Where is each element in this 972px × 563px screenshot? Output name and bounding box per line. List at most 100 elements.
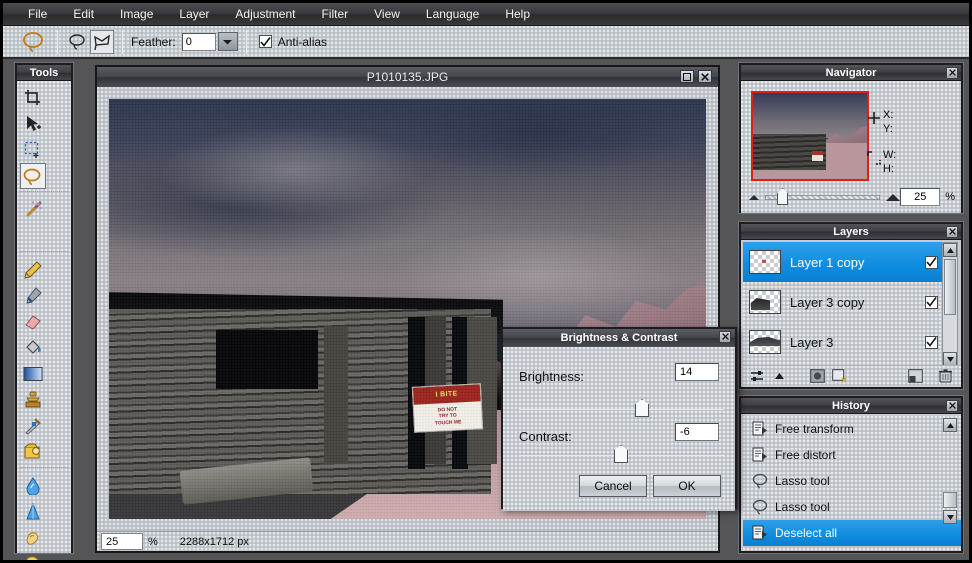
antialias-checkbox-box[interactable] bbox=[258, 35, 272, 48]
menu-item-image[interactable]: Image bbox=[107, 5, 166, 23]
tools-panel-body: A bbox=[17, 81, 71, 560]
trash-icon bbox=[938, 368, 952, 382]
marquee-select-tool[interactable] bbox=[20, 137, 46, 163]
layer-row-1[interactable]: Layer 1 copy bbox=[743, 242, 944, 282]
layer-settings-button[interactable] bbox=[749, 368, 765, 383]
brightness-input[interactable]: 14 bbox=[675, 363, 719, 381]
layer-row-2[interactable]: Layer 3 copy bbox=[743, 282, 944, 322]
brush-tool[interactable] bbox=[20, 283, 46, 309]
sign-body: DO NOT TRY TO TOUCH ME bbox=[414, 401, 482, 432]
history-row-5[interactable]: Deselect all bbox=[743, 520, 961, 546]
lasso-icon[interactable] bbox=[19, 29, 49, 55]
history-list[interactable]: Free transform Free distort Lasso tool L… bbox=[743, 416, 961, 551]
lasso-freehand-icon[interactable] bbox=[66, 30, 90, 54]
history-scroll-up-button[interactable] bbox=[943, 418, 957, 432]
color-replace-icon bbox=[24, 443, 40, 459]
feather-input[interactable]: 0 bbox=[181, 32, 216, 51]
layer-visibility-checkbox[interactable] bbox=[925, 255, 938, 269]
zoom-out-triangle-icon[interactable] bbox=[749, 194, 759, 200]
layer-row-3[interactable]: Layer 3 bbox=[743, 322, 944, 362]
photo-warning-sign: I BITE DO NOT TRY TO TOUCH ME bbox=[412, 382, 484, 433]
zoom-in-triangle-icon[interactable] bbox=[886, 193, 901, 201]
layer-menu-button[interactable] bbox=[771, 368, 787, 383]
lasso-polygonal-icon[interactable] bbox=[90, 29, 114, 54]
feather-label: Feather: bbox=[131, 34, 176, 49]
add-layer-button[interactable] bbox=[831, 368, 847, 383]
menu-item-help[interactable]: Help bbox=[492, 5, 543, 23]
layers-scrollbar[interactable] bbox=[942, 242, 958, 367]
scrollbar-thumb[interactable] bbox=[944, 259, 956, 315]
history-scrollbar-thumb[interactable] bbox=[943, 492, 957, 508]
clone-stamp-tool[interactable] bbox=[20, 387, 46, 413]
menu-item-language[interactable]: Language bbox=[413, 5, 492, 23]
magic-wand-tool[interactable] bbox=[20, 197, 46, 223]
paint-bucket-tool[interactable] bbox=[20, 335, 46, 361]
smudge-tool[interactable] bbox=[20, 525, 46, 551]
cancel-button[interactable]: Cancel bbox=[579, 475, 647, 497]
ok-button[interactable]: OK bbox=[653, 475, 721, 497]
close-icon[interactable] bbox=[946, 400, 958, 412]
arrow-move-icon bbox=[27, 116, 41, 131]
history-panel: History Free transform Free distort Lass… bbox=[739, 396, 963, 553]
contrast-slider-track[interactable] bbox=[519, 445, 723, 463]
layer-visibility-checkbox[interactable] bbox=[925, 335, 938, 349]
close-icon[interactable] bbox=[946, 226, 958, 238]
replace-color-tool[interactable] bbox=[20, 439, 46, 465]
layer-mask-button[interactable] bbox=[809, 368, 825, 383]
navigator-zoom-handle[interactable] bbox=[777, 188, 788, 205]
scroll-up-button[interactable] bbox=[943, 243, 957, 257]
sponge-tool[interactable] bbox=[20, 551, 46, 560]
check-icon bbox=[926, 297, 937, 307]
menu-item-adjustment[interactable]: Adjustment bbox=[222, 5, 308, 23]
navigator-zoom-input[interactable]: 25 bbox=[900, 188, 941, 206]
history-row-3[interactable]: Lasso tool bbox=[743, 468, 961, 494]
menu-item-edit[interactable]: Edit bbox=[60, 5, 107, 23]
sharpen-tool[interactable] bbox=[20, 499, 46, 525]
cone-sharpen-icon bbox=[26, 503, 40, 520]
menu-item-file[interactable]: File bbox=[15, 5, 60, 23]
contrast-slider-handle[interactable] bbox=[614, 445, 628, 463]
restore-icon[interactable] bbox=[680, 70, 694, 83]
gradient-tool[interactable] bbox=[20, 361, 46, 387]
crop-tool[interactable] bbox=[20, 85, 46, 111]
duplicate-layer-button[interactable] bbox=[907, 368, 923, 383]
drawing-tool[interactable] bbox=[20, 413, 46, 439]
tool-grid: A bbox=[20, 85, 68, 560]
image-window-titlebar[interactable]: P1010135.JPG bbox=[97, 67, 718, 87]
chevron-down-icon bbox=[223, 39, 233, 44]
pen-shape-icon bbox=[25, 418, 41, 435]
brightness-contrast-dialog: Brightness & Contrast Brightness: 14 Con… bbox=[501, 327, 737, 511]
history-row-1[interactable]: Free transform bbox=[743, 416, 961, 442]
history-scroll-down-button[interactable] bbox=[943, 510, 957, 524]
history-row-2[interactable]: Free distort bbox=[743, 442, 961, 468]
lasso-tool[interactable] bbox=[20, 163, 46, 189]
layers-list[interactable]: Layer 1 copy Layer 3 copy Layer 3 bbox=[743, 242, 944, 367]
close-icon[interactable] bbox=[719, 331, 731, 343]
close-icon[interactable] bbox=[946, 67, 958, 79]
navigator-position-group: X: Y: bbox=[868, 109, 893, 135]
brightness-contrast-titlebar[interactable]: Brightness & Contrast bbox=[503, 329, 735, 347]
layers-title-label: Layers bbox=[833, 225, 869, 238]
menu-item-layer[interactable]: Layer bbox=[166, 5, 222, 23]
brightness-slider-track[interactable] bbox=[519, 399, 723, 417]
circle-mask-icon bbox=[809, 368, 825, 383]
pencil-tool[interactable] bbox=[20, 257, 46, 283]
brightness-slider-handle[interactable] bbox=[635, 399, 649, 417]
close-icon[interactable] bbox=[698, 70, 712, 83]
antialias-checkbox[interactable]: Anti-alias bbox=[258, 35, 327, 49]
navigator-zoom-slider[interactable] bbox=[765, 188, 881, 205]
eraser-tool[interactable] bbox=[20, 309, 46, 335]
blur-tool[interactable] bbox=[20, 473, 46, 499]
feather-dropdown-button[interactable] bbox=[217, 32, 238, 51]
menu-item-filter[interactable]: Filter bbox=[308, 5, 361, 23]
layer-visibility-checkbox[interactable] bbox=[925, 295, 938, 309]
navigator-thumbnail[interactable] bbox=[751, 91, 869, 181]
contrast-input[interactable]: -6 bbox=[675, 423, 719, 441]
zoom-input[interactable]: 25 bbox=[101, 533, 143, 550]
history-row-4[interactable]: Lasso tool bbox=[743, 494, 961, 520]
menu-item-view[interactable]: View bbox=[361, 5, 413, 23]
sign-line-3: TOUCH ME bbox=[435, 418, 462, 426]
move-tool[interactable] bbox=[20, 111, 46, 137]
delete-layer-button[interactable] bbox=[937, 368, 953, 383]
scroll-down-button[interactable] bbox=[943, 352, 957, 366]
